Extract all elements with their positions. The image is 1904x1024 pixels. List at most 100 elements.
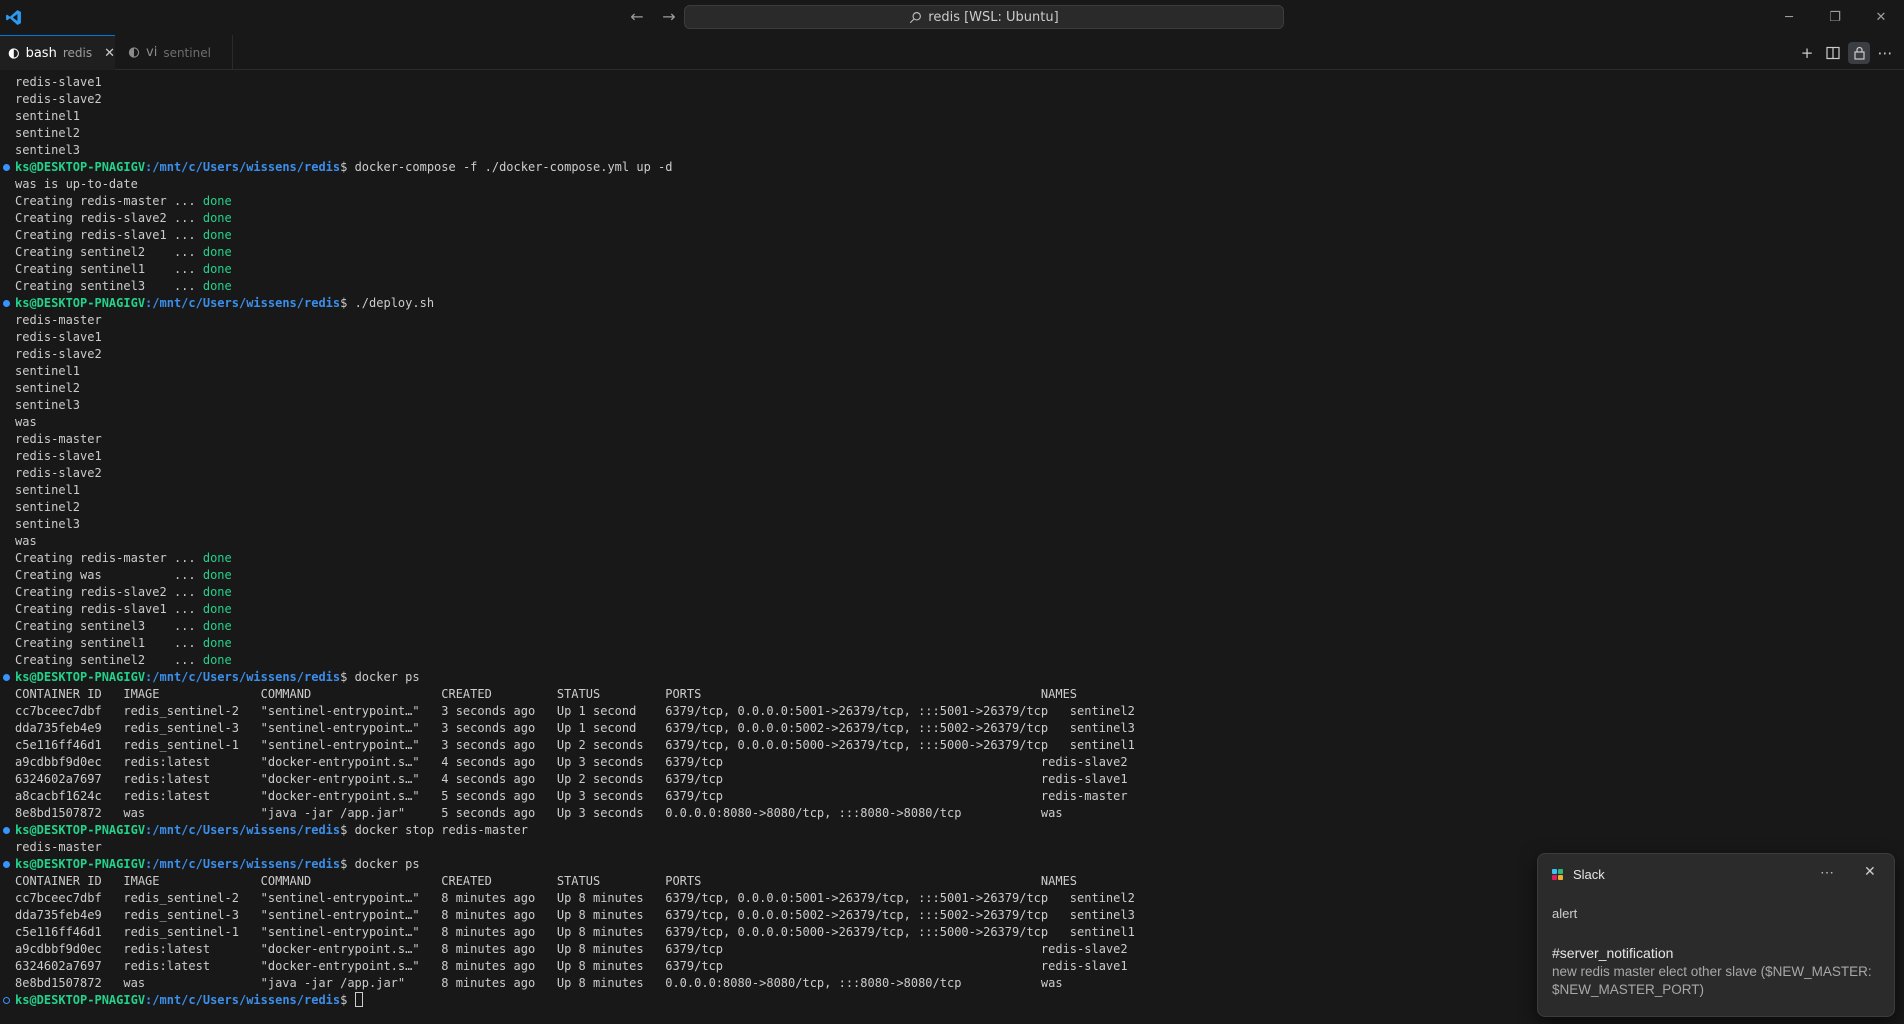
prompt-line: ks@DESKTOP-PNAGIGV:/mnt/c/Users/wissens/… bbox=[3, 159, 1135, 176]
notification-header: Slack bbox=[1552, 867, 1605, 882]
output-text: Creating sentinel3 ... bbox=[15, 619, 203, 633]
command-text: docker-compose -f ./docker-compose.yml u… bbox=[354, 160, 673, 174]
status-line: Creating redis-master ... done bbox=[15, 550, 1135, 567]
output-line: redis-master bbox=[15, 313, 102, 327]
output-line: redis-slave1 bbox=[15, 75, 102, 89]
tab-bash-redis[interactable]: bash redis ✕ bbox=[0, 35, 115, 70]
tab-vi-sentinel[interactable]: vi sentinel bbox=[120, 35, 233, 70]
output-line: 8e8bd1507872 was "java -jar /app.jar" 8 … bbox=[15, 976, 1063, 990]
output-text: Creating sentinel2 ... bbox=[15, 245, 203, 259]
close-icon[interactable]: ✕ bbox=[104, 46, 115, 61]
prompt-symbol: $ bbox=[340, 857, 355, 871]
status-line: Creating sentinel2 ... done bbox=[15, 244, 1135, 261]
prompt-user: ks@DESKTOP-PNAGIGV bbox=[15, 823, 146, 837]
slack-notification[interactable]: Slack ⋯ ✕ alert #server_notification new… bbox=[1537, 853, 1895, 1017]
command-text: ./deploy.sh bbox=[354, 296, 435, 310]
output-text: Creating redis-slave2 ... bbox=[15, 211, 203, 225]
output-line: sentinel1 bbox=[15, 109, 81, 123]
output-line: CONTAINER ID IMAGE COMMAND CREATED STATU… bbox=[15, 874, 1078, 888]
tab-description: redis bbox=[62, 46, 93, 60]
close-window-button[interactable]: ✕ bbox=[1858, 0, 1904, 35]
restore-button[interactable]: ❐ bbox=[1812, 0, 1858, 35]
split-icon bbox=[1826, 46, 1840, 60]
more-actions-button[interactable]: ⋯ bbox=[1874, 42, 1896, 64]
prompt-path: :/mnt/c/Users/wissens/redis bbox=[145, 993, 341, 1007]
status-line: Creating sentinel3 ... done bbox=[15, 278, 1135, 295]
command-decoration-icon[interactable] bbox=[3, 300, 10, 307]
new-terminal-button[interactable]: + bbox=[1796, 42, 1818, 64]
status-line: Creating redis-master ... done bbox=[15, 193, 1135, 210]
output-text: Creating redis-slave1 ... bbox=[15, 228, 203, 242]
output-line: redis-master bbox=[15, 840, 102, 854]
prompt-line: ks@DESKTOP-PNAGIGV:/mnt/c/Users/wissens/… bbox=[3, 856, 1135, 873]
output-line: 6324602a7697 redis:latest "docker-entryp… bbox=[15, 959, 1128, 973]
notification-message: new redis master elect other slave ($NEW… bbox=[1552, 964, 1872, 997]
more-options-icon[interactable]: ⋯ bbox=[1820, 864, 1834, 881]
output-line: cc7bceec7dbf redis_sentinel-2 "sentinel-… bbox=[15, 891, 1135, 905]
status-line: Creating was ... done bbox=[15, 567, 1135, 584]
status-line: Creating redis-slave2 ... done bbox=[15, 210, 1135, 227]
command-decoration-icon[interactable] bbox=[3, 997, 10, 1004]
output-line: redis-slave2 bbox=[15, 92, 102, 106]
search-icon bbox=[910, 11, 922, 23]
lock-scroll-button[interactable] bbox=[1848, 42, 1870, 64]
output-line: cc7bceec7dbf redis_sentinel-2 "sentinel-… bbox=[15, 704, 1135, 718]
slack-logo-icon bbox=[1552, 869, 1563, 880]
output-line: redis-slave1 bbox=[15, 330, 102, 344]
split-terminal-button[interactable] bbox=[1822, 42, 1844, 64]
output-line: sentinel1 bbox=[15, 364, 81, 378]
output-line: CONTAINER ID IMAGE COMMAND CREATED STATU… bbox=[15, 687, 1078, 701]
command-center-search[interactable]: redis [WSL: Ubuntu] bbox=[684, 5, 1284, 29]
status-done: done bbox=[202, 636, 232, 650]
output-text: Creating sentinel3 ... bbox=[15, 279, 203, 293]
status-done: done bbox=[202, 211, 232, 225]
tab-label: bash bbox=[25, 45, 57, 61]
output-line: a9cdbbf9d0ec redis:latest "docker-entryp… bbox=[15, 755, 1128, 769]
command-decoration-icon[interactable] bbox=[3, 164, 10, 171]
output-line: redis-slave2 bbox=[15, 347, 102, 361]
tab-actions: + ⋯ bbox=[1796, 42, 1896, 64]
output-line: sentinel2 bbox=[15, 381, 81, 395]
prompt-path: :/mnt/c/Users/wissens/redis bbox=[145, 857, 341, 871]
output-line: sentinel3 bbox=[15, 143, 81, 157]
output-line: sentinel2 bbox=[15, 126, 81, 140]
tab-label: vi bbox=[146, 45, 158, 60]
terminal-icon bbox=[8, 47, 19, 59]
status-line: Creating redis-slave1 ... done bbox=[15, 227, 1135, 244]
prompt-line: ks@DESKTOP-PNAGIGV:/mnt/c/Users/wissens/… bbox=[3, 295, 1135, 312]
prompt-symbol: $ bbox=[340, 823, 355, 837]
output-text: Creating sentinel1 ... bbox=[15, 636, 203, 650]
status-done: done bbox=[202, 551, 232, 565]
command-text: docker ps bbox=[354, 670, 420, 684]
command-decoration-icon[interactable] bbox=[3, 861, 10, 868]
status-done: done bbox=[202, 262, 232, 276]
tab-description: sentinel bbox=[163, 45, 211, 60]
status-line: Creating sentinel2 ... done bbox=[15, 652, 1135, 669]
command-decoration-icon[interactable] bbox=[3, 827, 10, 834]
prompt-line: ks@DESKTOP-PNAGIGV:/mnt/c/Users/wissens/… bbox=[3, 822, 1135, 839]
output-text: Creating was ... bbox=[15, 568, 203, 582]
output-line: c5e116ff46d1 redis_sentinel-1 "sentinel-… bbox=[15, 925, 1135, 939]
output-line: sentinel2 bbox=[15, 500, 81, 514]
output-line: 8e8bd1507872 was "java -jar /app.jar" 5 … bbox=[15, 806, 1063, 820]
back-arrow-icon[interactable]: ← bbox=[626, 7, 648, 27]
command-text: docker stop redis-master bbox=[354, 823, 528, 837]
status-done: done bbox=[202, 194, 232, 208]
output-text: Creating redis-slave1 ... bbox=[15, 602, 203, 616]
vscode-logo-icon[interactable] bbox=[5, 9, 22, 26]
close-icon[interactable]: ✕ bbox=[1864, 863, 1876, 880]
command-decoration-icon[interactable] bbox=[3, 674, 10, 681]
output-line: c5e116ff46d1 redis_sentinel-1 "sentinel-… bbox=[15, 738, 1135, 752]
status-done: done bbox=[202, 279, 232, 293]
notification-channel: #server_notification bbox=[1552, 945, 1674, 961]
notification-app-name: Slack bbox=[1573, 867, 1605, 882]
prompt-line: ks@DESKTOP-PNAGIGV:/mnt/c/Users/wissens/… bbox=[3, 669, 1135, 686]
lock-icon bbox=[1853, 46, 1865, 60]
minimize-button[interactable]: ─ bbox=[1766, 0, 1812, 35]
status-line: Creating redis-slave2 ... done bbox=[15, 584, 1135, 601]
status-line: Creating sentinel1 ... done bbox=[15, 261, 1135, 278]
terminal-cursor[interactable] bbox=[354, 992, 363, 1007]
output-line: a9cdbbf9d0ec redis:latest "docker-entryp… bbox=[15, 942, 1128, 956]
forward-arrow-icon[interactable]: → bbox=[658, 7, 680, 27]
prompt-user: ks@DESKTOP-PNAGIGV bbox=[15, 857, 146, 871]
